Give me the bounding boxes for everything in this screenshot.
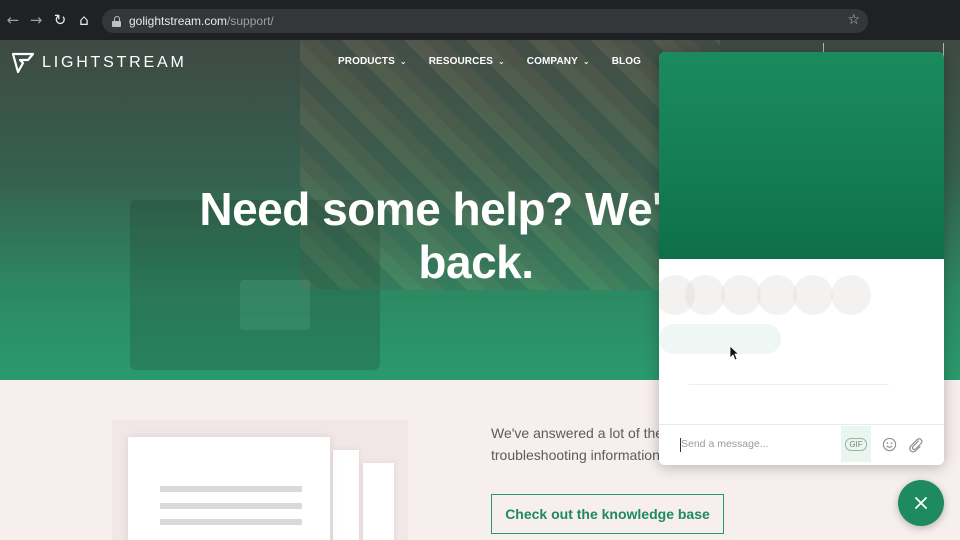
nav-label: COMPANY [526, 56, 578, 67]
knowledge-base-button[interactable]: Check out the knowledge base [491, 494, 724, 534]
support-description: We've answered a lot of the m troublesho… [491, 422, 661, 466]
reload-icon[interactable]: ↻ [48, 8, 72, 32]
support-text-line: troubleshooting information [491, 447, 660, 463]
main-navigation: PRODUCTS ⌄ RESOURCES ⌄ COMPANY ⌄ BLOG [338, 56, 663, 67]
divider [689, 384, 889, 385]
nav-item-company[interactable]: COMPANY ⌄ [527, 56, 590, 67]
team-avatar [831, 275, 871, 315]
address-bar[interactable]: golightstream.com/support/ ☆ [102, 9, 868, 33]
back-arrow-icon[interactable]: ← [1, 8, 25, 32]
forward-arrow-icon[interactable]: → [24, 8, 48, 32]
support-text-line: We've answered a lot of the m [491, 425, 661, 441]
team-avatar [685, 275, 725, 315]
nav-item-resources[interactable]: RESOURCES ⌄ [429, 56, 505, 67]
lock-icon [112, 15, 121, 27]
lightstream-logo[interactable]: LIGHTSTREAM [12, 52, 187, 74]
nav-label: RESOURCES [428, 56, 493, 67]
browser-toolbar: ← → ↻ ⌂ golightstream.com/support/ ☆ [0, 0, 960, 40]
chevron-down-icon: ⌄ [399, 57, 407, 66]
gif-button[interactable]: GIF [841, 426, 871, 462]
document-illustration-3 [363, 463, 394, 540]
close-icon [915, 497, 927, 509]
team-avatar [793, 275, 833, 315]
chat-widget: GIF [659, 52, 944, 465]
nav-item-blog[interactable]: BLOG [612, 56, 641, 67]
lightstream-logo-icon [12, 52, 34, 74]
emoji-icon[interactable] [882, 437, 897, 452]
doc-line [160, 486, 302, 492]
nav-label: PRODUCTS [338, 56, 395, 67]
mouse-cursor-icon [729, 345, 739, 361]
document-illustration [128, 437, 330, 540]
chevron-down-icon: ⌄ [582, 57, 590, 66]
start-conversation-button[interactable] [659, 324, 781, 354]
team-avatar [721, 275, 761, 315]
url-text: golightstream.com/support/ [129, 14, 274, 28]
home-icon[interactable]: ⌂ [72, 8, 96, 32]
gif-label: GIF [845, 437, 867, 451]
nav-label: BLOG [611, 56, 641, 67]
nav-item-products[interactable]: PRODUCTS ⌄ [338, 56, 407, 67]
close-chat-button[interactable] [898, 480, 944, 526]
paperclip-icon[interactable] [907, 436, 923, 453]
message-input[interactable] [681, 434, 841, 454]
document-illustration-2 [333, 450, 359, 540]
doc-line [160, 503, 302, 509]
star-icon[interactable]: ☆ [847, 12, 860, 28]
doc-line [160, 519, 302, 525]
logo-wordmark: LIGHTSTREAM [42, 54, 187, 71]
team-avatar [757, 275, 797, 315]
headline-line-2: back. [418, 236, 534, 288]
chevron-down-icon: ⌄ [497, 57, 505, 66]
chat-header [659, 52, 944, 259]
